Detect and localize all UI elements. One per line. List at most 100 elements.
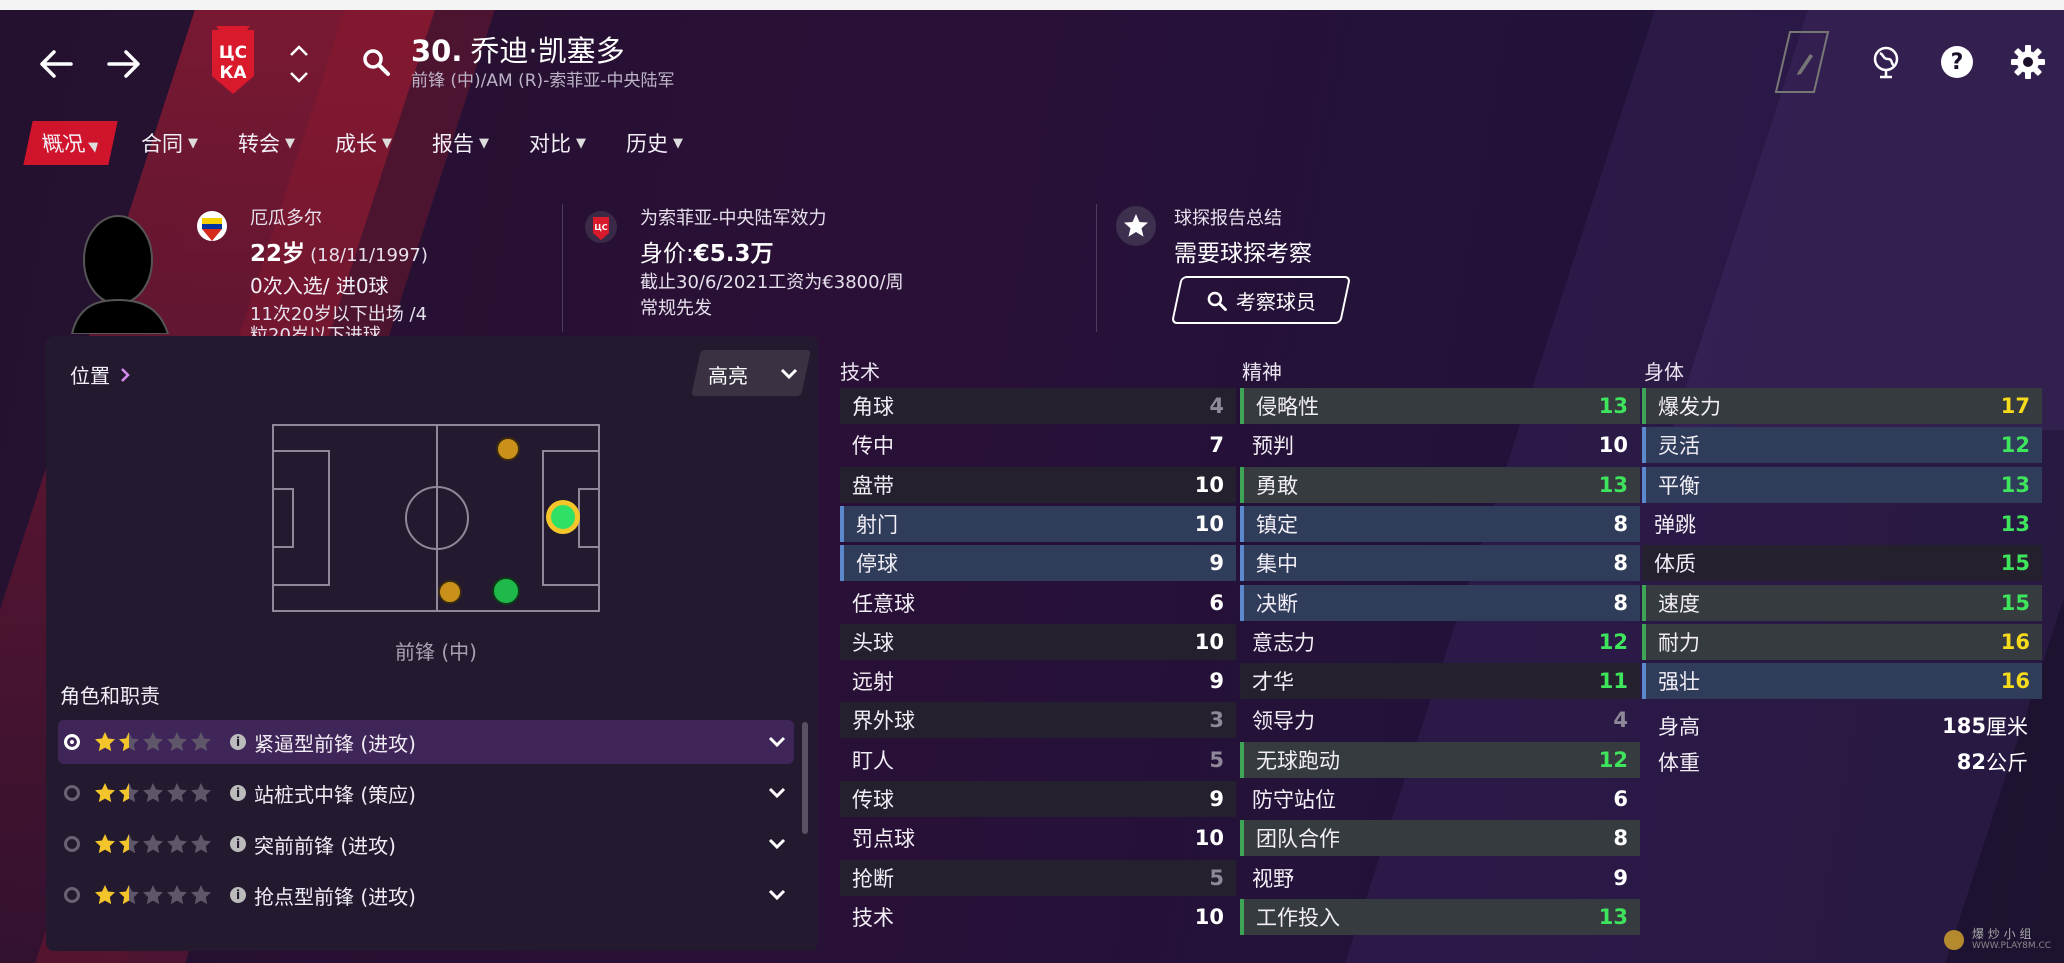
attribute-name: 团队合作 [1256,827,1340,852]
attribute-row[interactable]: 无球跑动 12 [1240,741,1640,778]
search-icon[interactable] [358,44,394,80]
attribute-name: 盯人 [852,748,894,773]
club-crest-logo[interactable]: ЦС КА [208,24,258,96]
attribute-row[interactable]: 界外球 3 [840,702,1236,739]
attribute-row[interactable]: 强壮 16 [1642,663,2042,700]
attribute-row[interactable]: 盘带 10 [840,466,1236,503]
attribute-row[interactable]: 弹跳 13 [1642,506,2042,542]
attribute-row[interactable]: 角球 4 [840,388,1236,424]
role-row[interactable]: i 站桩式中锋 (策应) [58,771,794,815]
info-icon[interactable]: i [230,734,246,750]
role-radio[interactable] [64,887,80,903]
chevron-down-icon[interactable] [284,66,314,88]
chevron-down-icon[interactable] [768,787,786,799]
highlight-dropdown-label: 高亮 [708,360,798,388]
ecuador-flag-icon [196,210,228,246]
attribute-name: 工作投入 [1256,905,1340,930]
technical-heading: 技术 [840,360,880,384]
attribute-row[interactable]: 镇定 8 [1240,505,1640,542]
attribute-row[interactable]: 决断 8 [1240,584,1640,621]
attribute-value: 12 [1598,629,1628,654]
scout-player-button[interactable]: 考察球员 [1170,276,1352,324]
mental-heading: 精神 [1242,360,1282,384]
attribute-name: 集中 [1256,552,1298,577]
attribute-row[interactable]: 集中 8 [1240,545,1640,582]
help-icon[interactable]: ? [1939,44,1975,80]
attribute-row[interactable]: 停球 9 [840,545,1236,582]
attribute-row[interactable]: 传球 9 [840,781,1236,817]
attribute-row[interactable]: 勇敢 13 [1240,466,1640,503]
tab-contract[interactable]: 合同 ▼ [129,121,210,165]
attribute-row[interactable]: 头球 10 [840,623,1236,660]
attribute-row[interactable]: 体质 15 [1642,545,2042,582]
attribute-value: 4 [1209,394,1224,418]
attribute-row[interactable]: 耐力 16 [1642,623,2042,660]
role-row[interactable]: i 突前前锋 (进攻) [58,822,794,866]
height-value: 185 [1942,714,1986,738]
attribute-row[interactable]: 灵活 12 [1642,427,2042,464]
attribute-name: 弹跳 [1654,512,1696,537]
attribute-row[interactable]: 才华 11 [1240,663,1640,700]
attribute-row[interactable]: 侵略性 13 [1240,388,1640,424]
role-radio[interactable] [64,734,80,750]
globe-icon[interactable] [1868,44,1904,80]
tab-overview[interactable]: 概况▼ [23,121,118,165]
role-radio[interactable] [64,836,80,852]
attribute-row[interactable]: 工作投入 13 [1240,898,1640,935]
tab-reports[interactable]: 报告 ▼ [420,121,501,165]
attribute-row[interactable]: 远射 9 [840,663,1236,699]
attribute-value: 8 [1613,826,1628,851]
attribute-row[interactable]: 领导力 4 [1240,702,1640,738]
attribute-value: 9 [1209,669,1224,694]
tab-transfer[interactable]: 转会 ▼ [226,121,307,165]
height-row: 身高 185 厘米 [1644,708,2034,744]
attribute-row[interactable]: 技术 10 [840,899,1236,935]
divider [1096,204,1097,332]
attribute-value: 9 [1209,787,1224,811]
attribute-row[interactable]: 团队合作 8 [1240,820,1640,857]
attribute-row[interactable]: 平衡 13 [1642,466,2042,503]
back-arrow-icon[interactable] [36,44,76,84]
chevron-down-icon[interactable] [768,838,786,850]
attribute-name: 速度 [1658,591,1700,616]
role-radio[interactable] [64,785,80,801]
attribute-row[interactable]: 视野 9 [1240,860,1640,896]
attribute-name: 耐力 [1658,630,1700,655]
chevron-up-icon[interactable] [284,40,314,62]
attribute-value: 7 [1209,433,1224,458]
attribute-row[interactable]: 意志力 12 [1240,624,1640,660]
position-link[interactable]: 位置 [70,360,130,389]
role-row[interactable]: i 抢点型前锋 (进攻) [58,873,794,917]
attribute-name: 侵略性 [1256,395,1319,419]
attribute-row[interactable]: 抢断 5 [840,859,1236,896]
attribute-value: 13 [1598,472,1628,497]
attribute-name: 领导力 [1252,709,1315,734]
info-icon[interactable]: i [230,836,246,852]
attribute-row[interactable]: 速度 15 [1642,584,2042,621]
role-stars [94,884,218,906]
gear-icon[interactable] [2010,44,2046,80]
plays-for: 为索菲亚-中央陆军效力 [640,208,827,229]
notes-pencil-icon[interactable] [1774,30,1830,94]
role-row[interactable]: i 紧逼型前锋 (进攻) [58,720,794,764]
chevron-down-icon[interactable] [768,889,786,901]
attribute-row[interactable]: 爆发力 17 [1642,388,2042,424]
attribute-value: 13 [1598,904,1628,929]
attribute-row[interactable]: 预判 10 [1240,427,1640,463]
info-icon[interactable]: i [230,887,246,903]
attribute-row[interactable]: 传中 7 [840,427,1236,463]
forward-arrow-icon[interactable] [104,44,144,84]
tab-history[interactable]: 历史 ▼ [614,121,695,165]
attribute-name: 决断 [1256,591,1298,616]
attribute-row[interactable]: 防守站位 6 [1240,781,1640,817]
attribute-row[interactable]: 射门 10 [840,505,1236,542]
tab-development[interactable]: 成长 ▼ [323,121,404,165]
chevron-down-icon[interactable] [768,736,786,748]
tab-compare[interactable]: 对比 ▼ [517,121,598,165]
attribute-name: 传中 [852,434,894,459]
attribute-row[interactable]: 任意球 6 [840,585,1236,621]
attribute-row[interactable]: 罚点球 10 [840,820,1236,856]
roles-scrollbar[interactable] [802,722,808,834]
attribute-row[interactable]: 盯人 5 [840,742,1236,778]
info-icon[interactable]: i [230,785,246,801]
